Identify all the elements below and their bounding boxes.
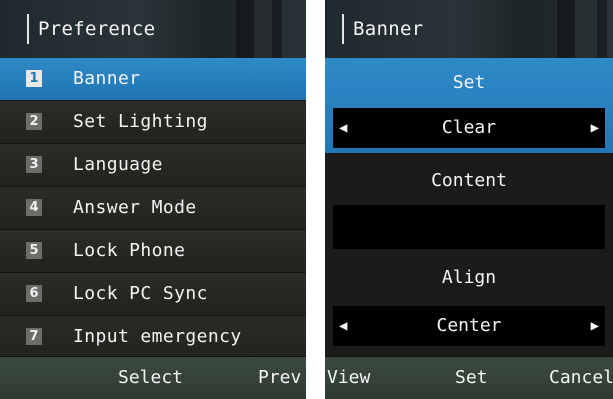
set-selector[interactable]: ◀ Clear ▶ (333, 108, 605, 148)
menu-number-badge: 6 (26, 285, 42, 302)
menu-number-badge: 2 (26, 113, 42, 130)
menu-item-label: Lock Phone (73, 240, 186, 261)
banner-title-bar: Banner (325, 0, 613, 59)
view-softkey[interactable]: View (327, 367, 370, 388)
page-title: Preference (38, 18, 156, 40)
menu-item-label: Set Lighting (73, 111, 208, 132)
menu-item-language[interactable]: 3 Language (0, 144, 306, 187)
prev-softkey[interactable]: Prev (258, 367, 301, 388)
select-softkey[interactable]: Select (118, 367, 183, 388)
menu-number-badge: 4 (26, 199, 42, 216)
content-input[interactable] (333, 205, 605, 249)
menu-item-label: Language (73, 154, 163, 175)
align-label: Align (441, 267, 497, 288)
title-separator (27, 14, 29, 44)
left-arrow-icon[interactable]: ◀ (339, 306, 359, 346)
set-section: Set ◀ Clear ▶ (325, 58, 613, 153)
menu-item-banner[interactable]: 1 Banner (0, 58, 306, 101)
right-arrow-icon[interactable]: ▶ (579, 306, 599, 346)
set-softkey[interactable]: Set (455, 367, 488, 388)
cancel-softkey[interactable]: Cancel (549, 367, 613, 388)
align-selector[interactable]: ◀ Center ▶ (333, 306, 605, 346)
preference-title-bar: Preference (0, 0, 306, 59)
preference-screen: Preference 1 Banner 2 Set Lighting 3 Lan… (0, 0, 306, 399)
align-value: Center (436, 315, 502, 336)
menu-item-set-lighting[interactable]: 2 Set Lighting (0, 101, 306, 144)
title-bar-decoration (557, 0, 575, 58)
menu-item-label: Banner (73, 68, 141, 89)
page-title: Banner (353, 18, 424, 40)
content-label: Content (431, 170, 507, 191)
set-value: Clear (441, 117, 497, 138)
menu-number-badge: 3 (26, 156, 42, 173)
menu-item-label: Answer Mode (73, 197, 197, 218)
menu-item-answer-mode[interactable]: 4 Answer Mode (0, 187, 306, 230)
right-softkey-bar: View Set Cancel (325, 356, 613, 399)
menu-number-badge: 7 (26, 328, 42, 345)
right-arrow-icon[interactable]: ▶ (579, 108, 599, 148)
menu-item-label: Input emergency (73, 326, 242, 347)
title-bar-decoration (272, 0, 282, 58)
title-bar-decoration (236, 0, 254, 58)
left-arrow-icon[interactable]: ◀ (339, 108, 359, 148)
menu-item-lock-phone[interactable]: 5 Lock Phone (0, 230, 306, 273)
menu-item-lock-pc-sync[interactable]: 6 Lock PC Sync (0, 273, 306, 316)
menu-item-label: Lock PC Sync (73, 283, 208, 304)
left-softkey-bar: Select Prev (0, 356, 306, 399)
menu-item-input-emergency[interactable]: 7 Input emergency (0, 316, 306, 359)
title-separator (342, 14, 344, 44)
menu-number-badge: 5 (26, 242, 42, 259)
set-label: Set (452, 72, 486, 93)
banner-screen: Banner Set ◀ Clear ▶ Content Align ◀ Cen… (325, 0, 613, 399)
menu-number-badge: 1 (26, 70, 42, 87)
title-bar-decoration (597, 0, 607, 58)
